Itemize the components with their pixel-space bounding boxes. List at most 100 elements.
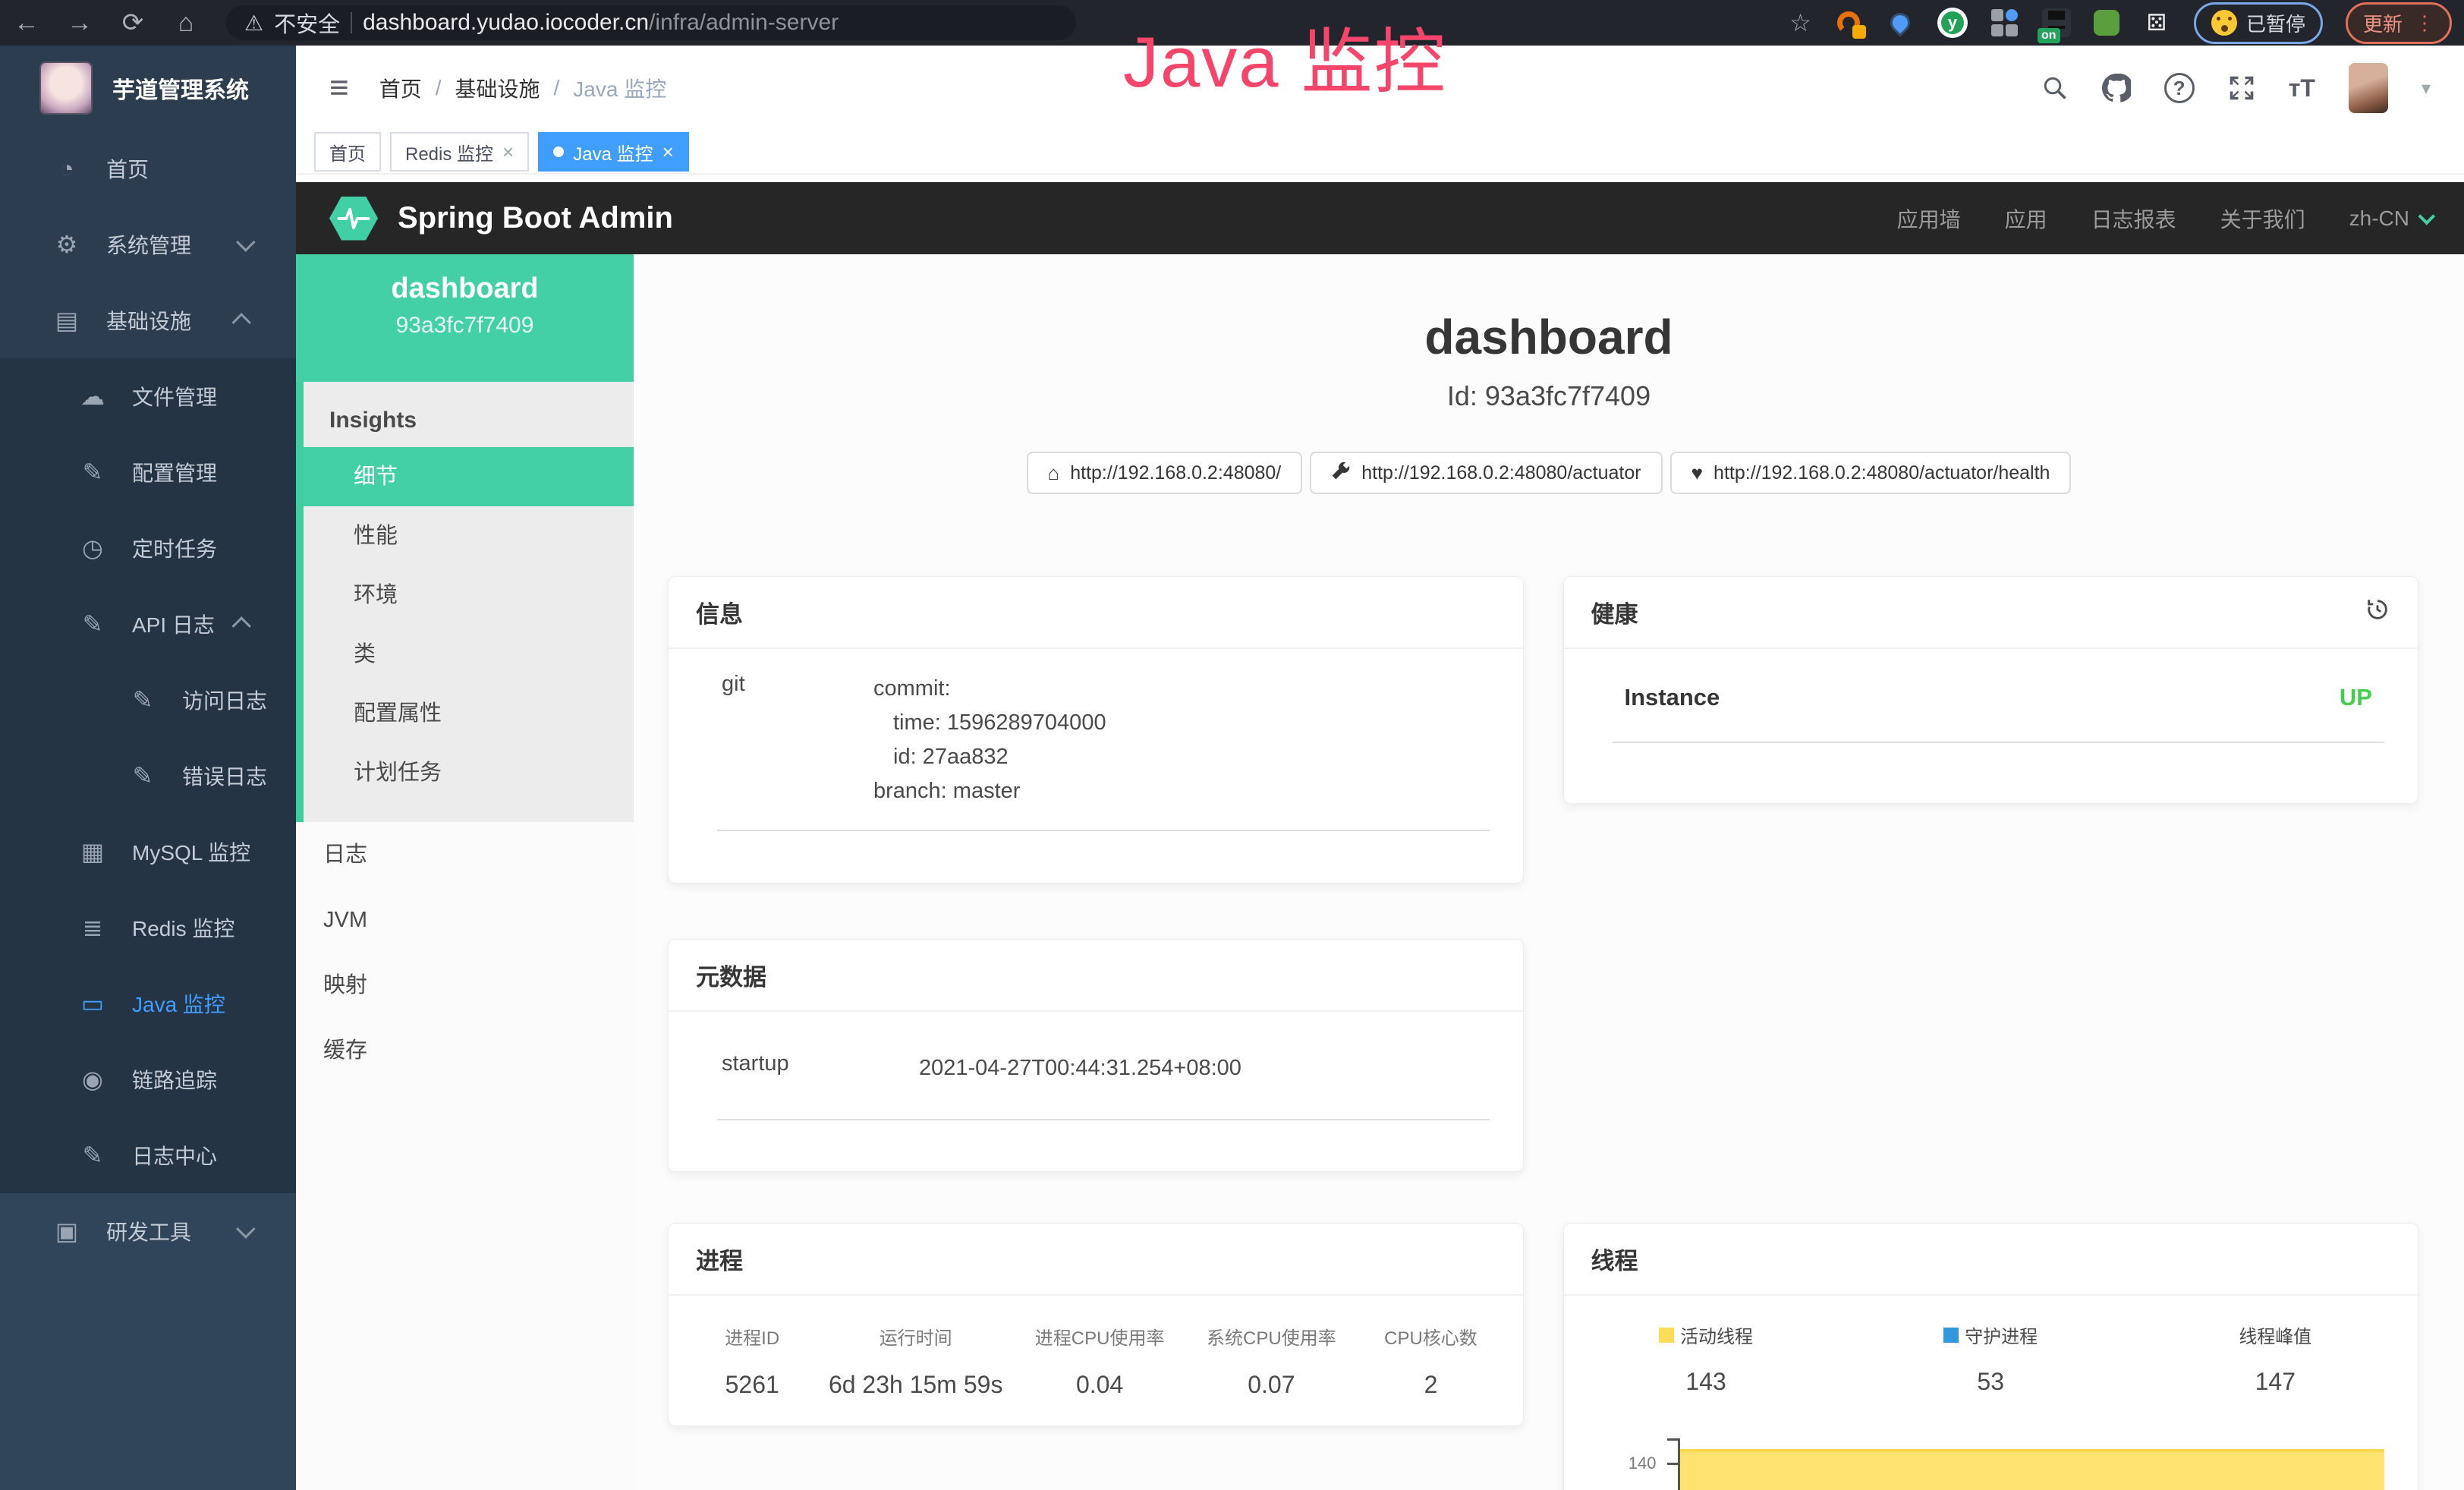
avatar-caret-icon[interactable]: ▾ [2422, 77, 2431, 99]
sba-header: Spring Boot Admin 应用墙 应用 日志报表 关于我们 zh-CN [296, 182, 2464, 254]
text-size-icon[interactable]: тT [2289, 74, 2315, 102]
process-col-header: 进程CPU使用率 [1014, 1323, 1185, 1350]
extension-icon-y[interactable]: y [1937, 8, 1968, 38]
service-url-button[interactable]: ⌂ http://192.168.0.2:48080/ [1027, 452, 1303, 494]
cards-right-column: 健康 Instance UP [1563, 576, 2419, 1490]
browser-reload-icon[interactable]: ⟳ [106, 8, 159, 38]
sidebar-item-scheduled-jobs[interactable]: ◷ 定时任务 [0, 510, 296, 586]
sba-menu-details[interactable]: 细节 [304, 447, 634, 506]
cloud-icon: ☁ [70, 382, 115, 411]
sba-nav-applications[interactable]: 应用 [2005, 203, 2047, 234]
breadcrumb-infrastructure[interactable]: 基础设施 [455, 73, 540, 103]
sba-menu-environment[interactable]: 环境 [304, 565, 634, 625]
sba-menu-caches[interactable]: 缓存 [296, 1018, 634, 1083]
sidebar-item-api-logs[interactable]: ✎ API 日志 [0, 586, 296, 662]
extension-icon-green[interactable] [2094, 10, 2119, 36]
sba-menu-mappings[interactable]: 映射 [296, 953, 634, 1018]
active-dot-icon [553, 146, 564, 157]
chrome-update-button[interactable]: 更新 ⋮ [2346, 2, 2452, 44]
cpu-cores-value: 2 [1358, 1371, 1505, 1399]
address-bar[interactable]: ⚠ 不安全 dashboard.yudao.iocoder.cn/infra/a… [226, 5, 1076, 40]
actuator-url-button[interactable]: http://192.168.0.2:48080/actuator [1310, 452, 1662, 494]
daemon-threads-swatch-icon [1943, 1328, 1959, 1343]
threads-area-series [1680, 1449, 2385, 1490]
insights-section-label: Insights [304, 397, 634, 447]
sidebar-item-tracing[interactable]: ◉ 链路追踪 [0, 1041, 296, 1117]
close-icon[interactable]: × [662, 140, 674, 164]
tab-java-monitor[interactable]: Java 监控 × [538, 132, 689, 172]
instance-selector[interactable]: dashboard 93a3fc7f7409 [296, 254, 634, 382]
breadcrumb-separator: / [436, 76, 442, 100]
sidebar-item-log-center[interactable]: ✎ 日志中心 [0, 1117, 296, 1193]
system-cpu-value: 0.07 [1185, 1371, 1357, 1399]
home-icon: ⌂ [1048, 461, 1060, 485]
history-icon[interactable] [2365, 597, 2390, 628]
extension-icon-switch[interactable]: on [2042, 8, 2071, 37]
sidebar-item-dev-tools[interactable]: ▣ 研发工具 [0, 1193, 296, 1269]
user-avatar[interactable] [2349, 63, 2388, 113]
search-icon[interactable] [2041, 74, 2069, 102]
breadcrumb: 首页 / 基础设施 / Java 监控 [379, 73, 667, 103]
brand-row[interactable]: 芋道管理系统 [0, 46, 296, 131]
sidebar-item-system[interactable]: ⚙ 系统管理 [0, 206, 296, 282]
browser-menu-kebab-icon[interactable]: ⋮ [2415, 11, 2434, 35]
brand-title: 芋道管理系统 [112, 71, 249, 105]
sba-menu-classes[interactable]: 类 [304, 625, 634, 684]
locale-select[interactable]: zh-CN [2349, 206, 2431, 231]
hamburger-icon[interactable]: ≡ [329, 69, 349, 107]
omnibox-divider [351, 12, 352, 33]
sba-nav-about[interactable]: 关于我们 [2220, 203, 2305, 234]
browser-back-icon[interactable]: ← [0, 8, 53, 38]
breadcrumb-current: Java 监控 [573, 73, 666, 103]
y-tick [1667, 1463, 1678, 1465]
breadcrumb-home[interactable]: 首页 [379, 73, 422, 103]
close-icon[interactable]: × [502, 140, 514, 164]
threads-chart: 140 120 100 [1564, 1438, 2418, 1490]
extension-icon-orange[interactable] [1834, 8, 1863, 37]
help-icon[interactable]: ? [2164, 73, 2195, 103]
sba-menu-jvm[interactable]: JVM [296, 887, 634, 953]
sidebar-item-home[interactable]: ◔ 首页 [0, 131, 296, 206]
clock-icon: ◷ [70, 534, 115, 562]
sba-nav-wallboard[interactable]: 应用墙 [1897, 203, 1961, 234]
sidebar-item-config-manage[interactable]: ✎ 配置管理 [0, 434, 296, 510]
process-uptime-value: 6d 23h 15m 59s [817, 1371, 1014, 1399]
sidebar-item-file-manage[interactable]: ☁ 文件管理 [0, 358, 296, 434]
health-instance-label: Instance [1625, 684, 1720, 711]
browser-home-icon[interactable]: ⌂ [159, 8, 212, 38]
not-secure-warning-icon: ⚠ [244, 11, 263, 36]
health-card-title: 健康 [1591, 595, 1638, 629]
spring-boot-admin-logo-icon [329, 197, 378, 241]
sba-menu-scheduled-tasks[interactable]: 计划任务 [304, 743, 634, 802]
browser-forward-icon[interactable]: → [53, 8, 106, 38]
peak-threads-label: 线程峰值 [2239, 1321, 2311, 1348]
sidebar-item-java-monitor[interactable]: ▭ Java 监控 [0, 966, 296, 1041]
sba-brand-title[interactable]: Spring Boot Admin [398, 201, 673, 235]
sidebar-item-redis-monitor[interactable]: ≣ Redis 监控 [0, 890, 296, 966]
sidebar-item-error-logs[interactable]: ✎ 错误日志 [0, 738, 296, 814]
sidebar-item-access-logs[interactable]: ✎ 访问日志 [0, 662, 296, 738]
sidebar-item-mysql-monitor[interactable]: ▦ MySQL 监控 [0, 814, 296, 890]
bookmark-star-icon[interactable]: ☆ [1789, 8, 1811, 37]
process-pid-value: 5261 [687, 1371, 817, 1399]
github-icon[interactable] [2102, 74, 2131, 102]
page-area: ≡ 首页 / 基础设施 / Java 监控 ? тT [296, 46, 2464, 1490]
extension-icon-grid[interactable] [1990, 8, 2019, 37]
sba-menu-config-props[interactable]: 配置属性 [304, 684, 634, 743]
sidebar-item-infrastructure[interactable]: ▤ 基础设施 [0, 282, 296, 358]
profile-paused-chip[interactable]: 已暂停 [2194, 2, 2323, 44]
screenshot-root: ← → ⟳ ⌂ ⚠ 不安全 dashboard.yudao.iocoder.cn… [0, 0, 2464, 1490]
sba-nav-journal[interactable]: 日志报表 [2091, 203, 2176, 234]
extension-icon-pin[interactable] [1886, 8, 1915, 37]
tab-home[interactable]: 首页 [314, 132, 381, 172]
sba-menu-logs[interactable]: 日志 [296, 822, 634, 887]
infrastructure-submenu: ☁ 文件管理 ✎ 配置管理 ◷ 定时任务 ✎ API 日志 ✎ 访问日志 ✎ [0, 358, 296, 1193]
tab-redis-monitor[interactable]: Redis 监控 × [390, 132, 529, 172]
fullscreen-icon[interactable] [2228, 74, 2255, 102]
sba-menu-metrics[interactable]: 性能 [304, 506, 634, 565]
update-label: 更新 [2363, 9, 2403, 37]
breadcrumb-separator: / [554, 76, 560, 100]
health-url-button[interactable]: ♥ http://192.168.0.2:48080/actuator/heal… [1670, 452, 2072, 494]
dashboard-icon: ◔ [44, 155, 90, 183]
extensions-puzzle-icon[interactable]: ⚄ [2142, 8, 2171, 37]
